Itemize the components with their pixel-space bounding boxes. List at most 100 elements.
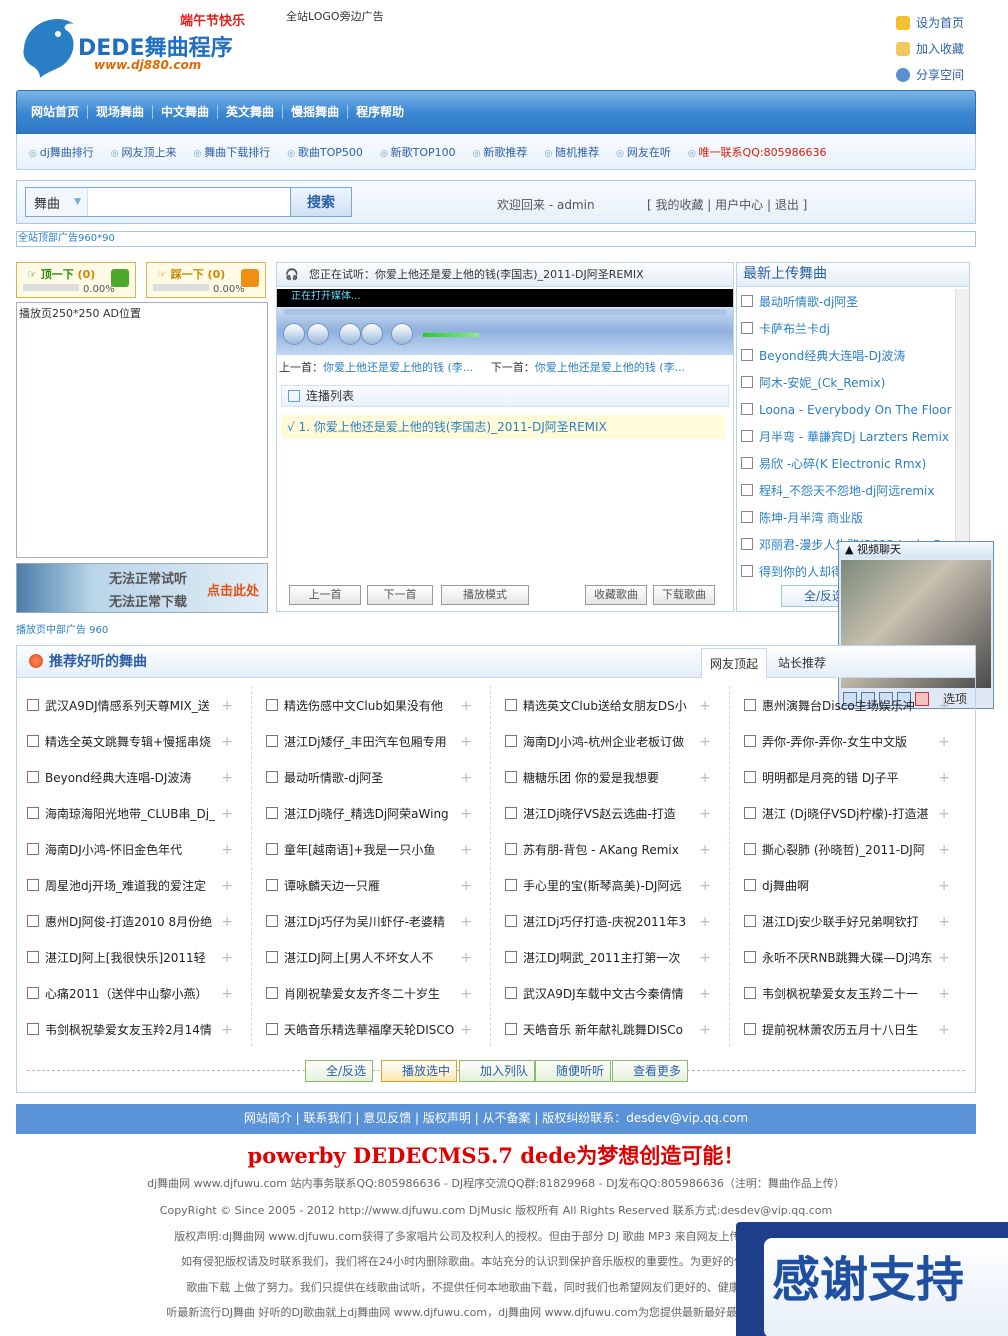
random-listen-button[interactable]: 随便听听 — [535, 1060, 612, 1082]
list-item[interactable]: 周星池dj开场_难道我的爱注定 — [17, 866, 241, 902]
site-logo[interactable]: DEDE舞曲程序 www.dj880.com 端午节快乐 — [18, 8, 258, 80]
list-item[interactable]: 韦剑枫祝挚爱女友玉羚二十一 — [734, 974, 958, 1010]
list-item[interactable]: 武汉A9DJ情感系列天尊MIX_送 — [17, 686, 241, 722]
list-item[interactable]: dj舞曲啊 — [734, 866, 958, 902]
subnav-new-recommend[interactable]: 新歌推荐 — [473, 144, 527, 160]
list-item[interactable]: 湛江Dj晓仔_精选Dj阿荣aWing — [256, 794, 480, 830]
nav-english[interactable]: 英文舞曲 — [218, 105, 284, 119]
list-item[interactable]: 海南DJ小鸿-怀旧金色年代 — [17, 830, 241, 866]
list-item[interactable]: Beyond经典大连唱-DJ波涛 — [737, 343, 955, 370]
play-selected-button[interactable]: 播放选中 — [381, 1060, 458, 1082]
select-all-button[interactable]: 全/反选 — [781, 585, 841, 607]
list-item[interactable]: 童年[越南语]+我是一只小鱼 — [256, 830, 480, 866]
nav-help[interactable]: 程序帮助 — [348, 105, 412, 119]
seek-bar[interactable] — [283, 309, 727, 315]
play-mode-button[interactable]: 播放模式 — [441, 585, 529, 605]
volume-slider[interactable] — [423, 333, 479, 337]
subnav-random[interactable]: 随机推荐 — [544, 144, 599, 160]
list-item[interactable]: 撕心裂肺 (孙晓哲)_2011-DJ阿 — [734, 830, 958, 866]
subnav-ranking[interactable]: dj舞曲排行 — [29, 144, 94, 160]
list-item[interactable]: 天皓音乐 新年献礼跳舞DISCo — [495, 1010, 719, 1046]
add-queue-button[interactable]: 加入列队 — [459, 1060, 536, 1082]
subnav-listening[interactable]: 网友在听 — [616, 144, 671, 160]
list-item[interactable]: 最动听情歌-dj阿圣 — [256, 758, 480, 794]
play-icon[interactable] — [283, 323, 305, 345]
list-item[interactable]: 糖糖乐团 你的爱是我想要 — [495, 758, 719, 794]
list-item[interactable]: 最动听情歌-dj阿圣 — [737, 289, 955, 316]
add-favorite-link[interactable]: 加入收藏 — [895, 36, 964, 62]
list-item[interactable]: 湛江Dj巧仔为吴川虾仔-老婆精 — [256, 902, 480, 938]
list-item[interactable]: 易欣 -心碎(K Electronic Rmx) — [737, 451, 955, 478]
list-item[interactable]: 湛江Dj矮仔_丰田汽车包厢专用 — [256, 722, 480, 758]
rewind-icon[interactable] — [339, 323, 361, 345]
list-item[interactable]: 月半弯 - 華謙宾Dj Larzters Remix — [737, 424, 955, 451]
subnav-new-top100[interactable]: 新歌TOP100 — [380, 144, 456, 160]
footer-links[interactable]: 网站简介 | 联系我们 | 意见反馈 | 版权声明 | 从不备案 | 版权纠纷联… — [16, 1104, 976, 1134]
list-item[interactable]: Loona - Everybody On The Floor — [737, 397, 955, 424]
list-item[interactable]: Beyond经典大连唱-DJ波涛 — [17, 758, 241, 794]
nav-live[interactable]: 现场舞曲 — [88, 105, 154, 119]
list-item[interactable]: 苏有朋-背包 - AKang Remix — [495, 830, 719, 866]
stop-icon[interactable] — [307, 323, 329, 345]
list-item[interactable]: 惠州演舞台Disco主场娱乐冲 — [734, 686, 958, 722]
vote-down-box[interactable]: ☞ 踩一下 (0) 0.00% — [146, 262, 266, 298]
list-item[interactable]: 程科_不怨天不怨地-dj阿远remix — [737, 478, 955, 505]
list-item[interactable]: 湛江Dj巧仔打造-庆祝2011年3 — [495, 902, 719, 938]
favorite-song-button[interactable]: 收藏歌曲 — [585, 585, 647, 605]
download-song-button[interactable]: 下载歌曲 — [653, 585, 715, 605]
list-item[interactable]: 弄你-弄你-弄你-女生中文版 — [734, 722, 958, 758]
next-button[interactable]: 下一首 — [367, 585, 433, 605]
list-item[interactable]: 精选全英文跳舞专辑+慢摇串烧 — [17, 722, 241, 758]
list-item[interactable]: 永听不厌RNB跳舞大碟—DJ鸿东 — [734, 938, 958, 974]
list-item[interactable]: 武汉A9DJ车载中文古今秦倩情 — [495, 974, 719, 1010]
list-item[interactable]: 卡萨布兰卡dj — [737, 316, 955, 343]
user-links[interactable]: [ 我的收藏 | 用户中心 | 退出 ] — [647, 196, 807, 213]
search-category-select[interactable]: 舞曲 ▼ — [26, 188, 88, 216]
select-all-button[interactable]: 全/反选 — [305, 1060, 374, 1082]
list-item[interactable]: 陈坤-月半湾 商业版 — [737, 505, 955, 532]
share-space-link[interactable]: 分享空间 — [895, 62, 964, 88]
list-item[interactable]: 精选伤感中文Club如果没有他 — [256, 686, 480, 722]
list-item[interactable]: 韦剑枫祝挚爱女友玉羚2月14情 — [17, 1010, 241, 1046]
list-item[interactable]: 谭咏麟天边一只雁 — [256, 866, 480, 902]
search-button[interactable]: 搜索 — [290, 187, 352, 217]
list-item[interactable]: 湛江DJ啊武_2011主打第一次 — [495, 938, 719, 974]
tab-voted[interactable]: 网友顶起 — [701, 648, 767, 678]
nav-slow[interactable]: 慢摇舞曲 — [283, 105, 349, 119]
playlist-item[interactable]: √ 1. 你爱上他还是爱上他的钱(李国志)_2011-DJ阿圣REMIX — [281, 415, 725, 439]
subnav-contact-qq[interactable]: 唯一联系QQ:805986636 — [688, 144, 827, 160]
list-item[interactable]: 精选英文Club送给女朋友DS小 — [495, 686, 719, 722]
scrollbar[interactable] — [955, 289, 969, 541]
fast-forward-icon[interactable] — [361, 323, 383, 345]
prev-button[interactable]: 上一首 — [289, 585, 361, 605]
volume-icon[interactable] — [391, 323, 413, 345]
list-item[interactable]: 湛江Dj安少联手好兄弟啊钦打 — [734, 902, 958, 938]
nav-chinese[interactable]: 中文舞曲 — [153, 105, 219, 119]
cannot-play-banner[interactable]: 无法正常试听 无法正常下载 点击此处 — [16, 563, 268, 613]
search-input[interactable] — [90, 188, 290, 216]
list-item[interactable]: 手心里的宝(斯琴高美)-DJ阿远 — [495, 866, 719, 902]
list-item[interactable]: 湛江DJ阿上[男人不坏女人不 — [256, 938, 480, 974]
list-item[interactable]: 天皓音乐精选華福摩天轮DISCO — [256, 1010, 480, 1046]
subnav-top-voted[interactable]: 网友顶上来 — [111, 144, 176, 160]
prev-song-link[interactable]: 你爱上他还是爱上他的钱 (李... — [323, 361, 473, 374]
list-item[interactable]: 阿木-安妮_(Ck_Remix) — [737, 370, 955, 397]
thanks-banner[interactable]: 感谢支持 — [736, 1222, 1008, 1336]
subnav-download-ranking[interactable]: 舞曲下载排行 — [193, 144, 270, 160]
set-homepage-link[interactable]: 设为首页 — [895, 10, 964, 36]
list-item[interactable]: 惠州DJ阿俊-打造2010 8月份绝 — [17, 902, 241, 938]
next-song-link[interactable]: 你爱上他还是爱上他的钱 (李... — [535, 361, 685, 374]
list-item[interactable]: 湛江 (Dj晓仔VSDj柠檬)-打造湛 — [734, 794, 958, 830]
list-item[interactable]: 湛江DJ阿上[我很快乐]2011轻 — [17, 938, 241, 974]
nav-home[interactable]: 网站首页 — [23, 105, 89, 119]
list-item[interactable]: 湛江Dj晓仔VS赵云选曲-打造 — [495, 794, 719, 830]
subnav-top500[interactable]: 歌曲TOP500 — [287, 144, 363, 160]
vote-up-box[interactable]: ☞ 顶一下 (0) 0.00% — [16, 262, 136, 298]
list-item[interactable]: 海南DJ小鸿-杭州企业老板订做 — [495, 722, 719, 758]
list-item[interactable]: 提前祝林萧农历五月十八日生 — [734, 1010, 958, 1046]
view-more-button[interactable]: 查看更多 — [612, 1060, 689, 1082]
list-item[interactable]: 肖刚祝挚爱女友齐冬二十岁生 — [256, 974, 480, 1010]
list-item[interactable]: 海南琼海阳光地带_CLUB串_Dj_ — [17, 794, 241, 830]
list-item[interactable]: 明明都是月亮的错 DJ子平 — [734, 758, 958, 794]
tab-recommended[interactable]: 站长推荐 — [769, 648, 835, 678]
